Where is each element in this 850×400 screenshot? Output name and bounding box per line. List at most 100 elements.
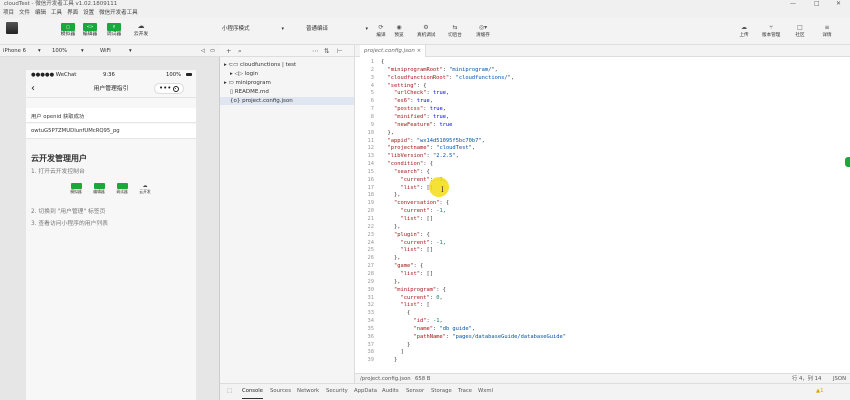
split-icon[interactable]: ⊢	[337, 45, 343, 57]
compile-select[interactable]: 普通编译 ▾	[306, 25, 368, 33]
community-button[interactable]: □ 社区	[791, 24, 809, 39]
code-line[interactable]: "current": -1,	[381, 208, 445, 214]
code-line[interactable]: {	[381, 310, 410, 316]
code-line[interactable]: "pathName": "pages/databaseGuide/databas…	[381, 334, 566, 340]
code-line[interactable]: "list": [	[381, 302, 429, 308]
debugger-toggle-button[interactable]: ⚲ 调试器	[104, 22, 124, 42]
mute-icon[interactable]: ◁	[201, 45, 205, 57]
side-handle[interactable]	[845, 157, 850, 167]
code-line[interactable]: }	[381, 357, 397, 363]
code-line[interactable]: },	[381, 279, 401, 285]
code-line[interactable]: "cloudfunctionRoot": "cloudfunctions/",	[381, 75, 515, 81]
code-line[interactable]: "id": -1,	[381, 318, 442, 324]
line-number: 9	[370, 121, 374, 128]
tree-item-project-config[interactable]: {o} project.config.json	[220, 97, 354, 105]
maximize-button[interactable]: □	[814, 0, 820, 8]
code-line[interactable]: "list": []	[381, 247, 432, 253]
code-line[interactable]: },	[381, 255, 401, 261]
close-miniprogram-icon[interactable]	[173, 86, 179, 92]
code-line[interactable]: "es6": true,	[381, 98, 433, 104]
menu-file[interactable]: 文件	[19, 8, 30, 18]
tab-network[interactable]: Network	[297, 384, 319, 398]
code-line[interactable]: "list": []	[381, 271, 432, 277]
code-line[interactable]: "setting": {	[381, 83, 427, 89]
code-line[interactable]: ]	[381, 349, 403, 355]
code-line[interactable]: }	[381, 342, 410, 348]
code-line[interactable]: },	[381, 130, 394, 136]
compile-button[interactable]: ⟳ 编译	[372, 24, 390, 39]
mini-cloud-icon: ☁ 云开发	[139, 183, 151, 194]
capsule-menu[interactable]: •••	[154, 83, 184, 94]
simulator-toggle-button[interactable]: □ 模拟器	[58, 22, 78, 42]
zoom-select[interactable]: 100%	[52, 45, 67, 57]
editor-toggle-button[interactable]: <> 编辑器	[80, 22, 100, 42]
tab-sources[interactable]: Sources	[270, 384, 291, 398]
tree-item-cloudfunctions[interactable]: ▸ ⊂▭ cloudfunctions | test	[224, 61, 296, 69]
warning-count[interactable]: ▲1	[816, 384, 823, 398]
menu-devtools[interactable]: 微信开发者工具	[99, 8, 138, 18]
code-line[interactable]: "list": []	[381, 185, 432, 191]
upload-button[interactable]: ☁ 上传	[735, 24, 753, 39]
menu-settings[interactable]: 设置	[83, 8, 94, 18]
menu-edit[interactable]: 编辑	[35, 8, 46, 18]
menu-view[interactable]: 界面	[67, 8, 78, 18]
cloud-dev-button[interactable]: ☁ 云开发	[131, 22, 151, 42]
tree-item-miniprogram[interactable]: ▸ ▭ miniprogram	[224, 79, 271, 87]
tree-item-readme[interactable]: ▯ README.md	[230, 88, 269, 96]
code-line[interactable]: "plugin": {	[381, 232, 430, 238]
collapse-icon[interactable]: ⇅	[324, 45, 329, 57]
code-line[interactable]: "condition": {	[381, 161, 433, 167]
preview-button[interactable]: ◉ 预览	[390, 24, 408, 39]
menu-tools[interactable]: 工具	[51, 8, 62, 18]
code-line[interactable]: "libVersion": "2.2.5",	[381, 153, 459, 159]
code-line[interactable]: "search": {	[381, 169, 430, 175]
details-button[interactable]: ≡ 详情	[818, 24, 836, 39]
mode-select[interactable]: 小程序模式 ▾	[222, 25, 284, 33]
user-avatar[interactable]	[6, 22, 18, 34]
network-select[interactable]: WiFi	[100, 45, 111, 57]
code-line[interactable]: "current": 0,	[381, 295, 442, 301]
code-line[interactable]: },	[381, 192, 401, 198]
tree-item-login[interactable]: ▸ ◁▷ login	[230, 70, 258, 78]
code-line[interactable]: "postcss": true,	[381, 106, 446, 112]
more-dots-icon[interactable]: •••	[159, 84, 171, 93]
tab-trace[interactable]: Trace	[458, 384, 472, 398]
tab-project-config[interactable]: project.config.json ×	[360, 45, 427, 57]
detach-window-icon[interactable]: ▭	[210, 45, 215, 57]
code-line[interactable]: "urlCheck": true,	[381, 90, 449, 96]
tab-appdata[interactable]: AppData	[354, 384, 377, 398]
code-line[interactable]: "newFeature": true	[381, 122, 452, 128]
search-icon[interactable]: ⌕	[238, 45, 242, 57]
remote-debug-button[interactable]: ⚙ 真机调试	[417, 24, 435, 39]
tab-audits[interactable]: Audits	[382, 384, 399, 398]
tab-sensor[interactable]: Sensor	[406, 384, 424, 398]
tab-security[interactable]: Security	[326, 384, 348, 398]
code-line[interactable]: "minified": true,	[381, 114, 449, 120]
minimize-button[interactable]: —	[790, 0, 796, 8]
add-file-icon[interactable]: +	[226, 45, 231, 57]
more-icon[interactable]: ⋯	[312, 45, 319, 57]
tab-storage[interactable]: Storage	[431, 384, 452, 398]
code-line[interactable]: },	[381, 224, 401, 230]
menu-project[interactable]: 项目	[3, 8, 14, 18]
close-button[interactable]: ✕	[836, 0, 841, 8]
code-line[interactable]: {	[381, 59, 384, 65]
version-control-button[interactable]: ⑂ 版本管理	[762, 24, 780, 39]
code-line[interactable]: "list": []	[381, 216, 432, 222]
tab-wxml[interactable]: Wxml	[478, 384, 493, 398]
tab-console[interactable]: Console	[242, 384, 264, 399]
background-button[interactable]: ⇆ 切后台	[446, 24, 464, 39]
devtools-select-icon[interactable]: ⬚	[227, 384, 232, 398]
code-line[interactable]: "conversation": {	[381, 200, 449, 206]
code-line[interactable]: "projectname": "cloudTest",	[381, 145, 476, 151]
code-line[interactable]: "miniprogram": {	[381, 287, 446, 293]
code-line[interactable]: "name": "db guide",	[381, 326, 475, 332]
clear-cache-button[interactable]: ◎▾ 清缓存	[474, 24, 492, 39]
mini-toolbar-illustration: 模拟器 编辑器 调试器 ☁ 云开发	[66, 183, 166, 203]
device-select[interactable]: iPhone 6	[3, 45, 26, 57]
code-line[interactable]: "current": -1,	[381, 240, 445, 246]
code-line[interactable]: "game": {	[381, 263, 423, 269]
code-line[interactable]: "miniprogramRoot": "miniprogram/",	[381, 67, 498, 73]
code-editor[interactable]: project.config.json × 1 {2 "miniprogramRo…	[355, 45, 850, 373]
code-line[interactable]: "appid": "wx14d51095f5bc70b7",	[381, 138, 485, 144]
